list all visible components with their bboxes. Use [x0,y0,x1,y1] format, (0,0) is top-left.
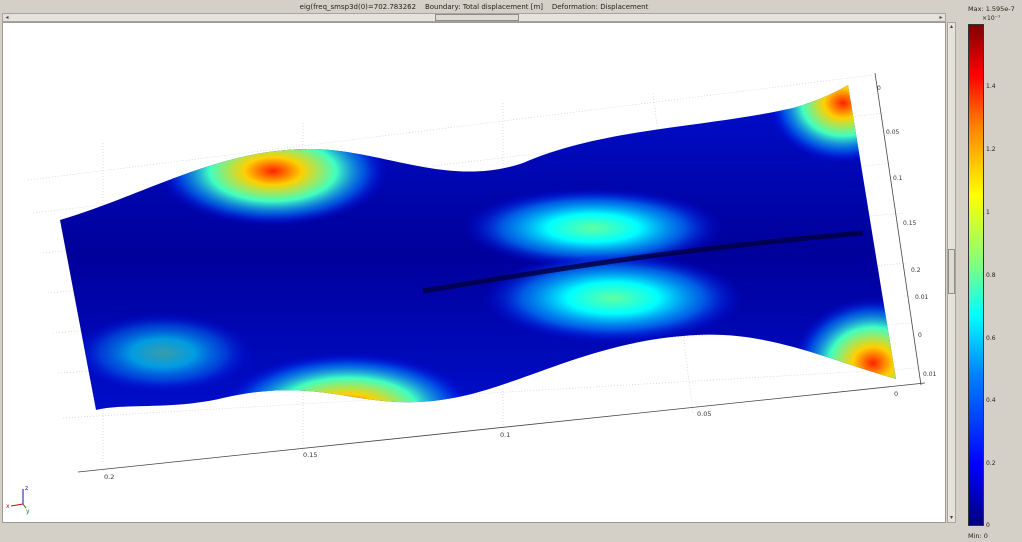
vertical-scroll-thumb[interactable] [948,249,955,294]
colorbar [968,24,984,526]
scroll-right-icon[interactable]: ▸ [937,14,945,21]
plot-title: eig(freq_smsp3d(0)=702.783262 Boundary: … [299,3,649,11]
horizontal-scrollbar[interactable]: ◂ ▸ [2,13,946,22]
triad-z-label: z [25,485,28,492]
front-axis-ticks: 0.2 0.15 0.1 0.05 0 [104,390,898,481]
axis-triad: z x y [6,485,30,515]
side-tick-0.15: 0.15 [903,220,917,227]
plot-canvas[interactable]: 0.2 0.15 0.1 0.05 0 0 0.05 0.1 0.15 0.2 … [2,22,946,523]
front-tick-0.1: 0.1 [500,431,510,439]
scroll-down-icon[interactable]: ▾ [948,514,955,522]
colorbar-max-label: Max: 1.595e-7 [968,5,1015,13]
displacement-surface [60,85,896,410]
front-tick-0: 0 [894,390,898,398]
colorbar-tick: 1 [986,209,990,216]
vertical-scrollbar[interactable]: ▴ ▾ [947,22,956,523]
colorbar-tick: 1.4 [986,83,996,90]
front-tick-0.05: 0.05 [697,410,711,418]
colorbar-tick: 0.6 [986,335,996,342]
front-tick-0.2: 0.2 [104,473,114,481]
side-tick-0.05: 0.05 [886,129,900,136]
colorbar-tick: 0.8 [986,272,996,279]
colorbar-min-label: Min: 0 [968,532,988,540]
colorbar-tick: 0.4 [986,397,996,404]
side-tick-0.01-lower: 0.01 [923,371,937,378]
triad-x-label: x [6,503,10,510]
side-tick-0.01-upper: 0.01 [915,294,929,301]
side-tick-0: 0 [877,85,881,92]
side-tick-0-lower: 0 [918,332,922,339]
colorbar-exponent: ×10⁻⁷ [982,15,1001,22]
scroll-left-icon[interactable]: ◂ [3,14,11,21]
colorbar-tick: 0.2 [986,460,996,467]
front-tick-0.15: 0.15 [303,451,317,459]
colorbar-tick: 0 [986,522,990,529]
colorbar-tick: 1.2 [986,146,996,153]
triad-y-label: y [26,508,30,515]
3d-surface-view[interactable]: 0.2 0.15 0.1 0.05 0 0 0.05 0.1 0.15 0.2 … [3,23,945,522]
side-tick-0.1: 0.1 [893,175,903,182]
scroll-up-icon[interactable]: ▴ [948,23,955,31]
horizontal-scroll-thumb[interactable] [435,14,519,21]
side-tick-0.2: 0.2 [911,267,921,274]
